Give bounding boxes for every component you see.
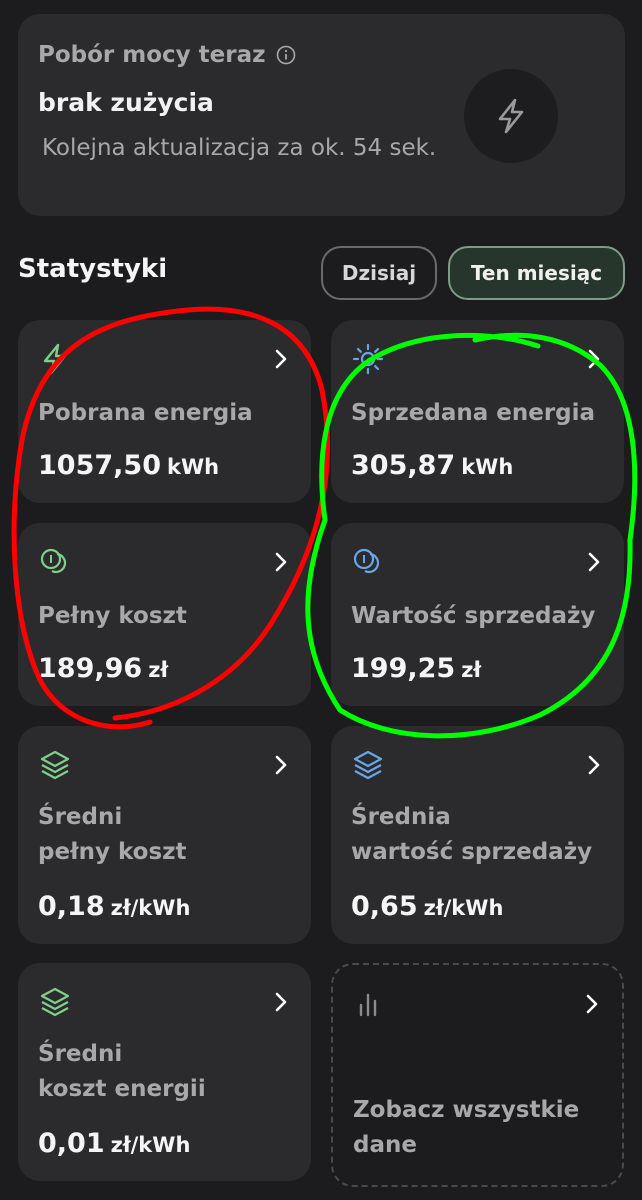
bolt-icon <box>43 343 67 375</box>
card-value: 189,96 zł <box>38 653 168 684</box>
filter-today-button[interactable]: Dzisiaj <box>321 246 437 300</box>
layers-icon <box>40 987 70 1017</box>
card-label: Średni pełny koszt <box>38 800 303 870</box>
value-number: 0,18 <box>38 891 105 922</box>
label-line-1: Średni <box>38 1041 123 1067</box>
card-label: Średni koszt energii <box>38 1037 303 1107</box>
value-unit: kWh <box>166 455 220 479</box>
card-value: 0,18 zł/kWh <box>38 891 190 922</box>
sun-icon <box>352 343 384 375</box>
chevron-right-icon <box>588 755 600 775</box>
value-number: 305,87 <box>351 450 456 481</box>
card-avg-full-cost[interactable]: Średni pełny koszt 0,18 zł/kWh <box>18 726 311 944</box>
card-sales-value[interactable]: Wartość sprzedaży 199,25 zł <box>331 523 624 706</box>
value-unit: zł/kWh <box>110 1133 191 1157</box>
power-status: brak zużycia <box>38 88 214 117</box>
chevron-right-icon <box>275 349 287 369</box>
value-unit: zł <box>148 658 169 682</box>
value-number: 0,01 <box>38 1128 105 1159</box>
power-now-title-row: Pobór mocy teraz <box>38 42 296 68</box>
stats-title: Statystyki <box>18 254 168 284</box>
power-now-title: Pobór mocy teraz <box>38 42 266 68</box>
bar-chart-icon <box>359 993 377 1017</box>
coins-icon <box>40 548 67 574</box>
label-line-2: pełny koszt <box>38 839 187 865</box>
value-unit: zł/kWh <box>423 896 504 920</box>
value-number: 0,65 <box>351 891 418 922</box>
chevron-right-icon <box>275 755 287 775</box>
card-sold-energy[interactable]: Sprzedana energia 305,87 kWh <box>331 320 624 503</box>
power-bolt-badge <box>464 69 558 163</box>
filter-month-button[interactable]: Ten miesiąc <box>448 246 625 300</box>
chevron-right-icon <box>275 992 287 1012</box>
card-label: Sprzedana energia <box>351 400 596 426</box>
card-label: Pełny koszt <box>38 603 187 629</box>
layers-icon <box>353 750 383 780</box>
chevron-right-icon <box>275 552 287 572</box>
see-all-data-card[interactable]: Zobacz wszystkie dane <box>331 963 624 1187</box>
chevron-right-icon <box>586 994 598 1014</box>
card-consumed-energy[interactable]: Pobrana energia 1057,50 kWh <box>18 320 311 503</box>
label-line-2: dane <box>353 1132 417 1158</box>
label-line-1: Zobacz wszystkie <box>353 1097 580 1123</box>
card-value: 1057,50 kWh <box>38 450 219 481</box>
bolt-icon <box>498 98 524 134</box>
update-countdown: Kolejna aktualizacja za ok. 54 sek. <box>42 135 437 161</box>
value-number: 189,96 <box>38 653 143 684</box>
card-avg-sales-value[interactable]: Średnia wartość sprzedaży 0,65 zł/kWh <box>331 726 624 944</box>
card-label: Średnia wartość sprzedaży <box>351 800 616 870</box>
card-value: 305,87 kWh <box>351 450 513 481</box>
card-value: 0,65 zł/kWh <box>351 891 503 922</box>
chevron-right-icon <box>588 349 600 369</box>
value-number: 199,25 <box>351 653 456 684</box>
chevron-right-icon <box>588 552 600 572</box>
card-value: 0,01 zł/kWh <box>38 1128 190 1159</box>
label-line-1: Średni <box>38 804 123 830</box>
info-icon[interactable] <box>276 45 296 65</box>
value-unit: kWh <box>461 455 514 479</box>
card-label: Wartość sprzedaży <box>351 603 596 629</box>
value-unit: zł/kWh <box>110 896 191 920</box>
card-label: Pobrana energia <box>38 400 253 426</box>
card-full-cost[interactable]: Pełny koszt 189,96 zł <box>18 523 311 706</box>
layers-icon <box>40 750 70 780</box>
value-unit: zł <box>461 658 482 682</box>
card-avg-energy-cost[interactable]: Średni koszt energii 0,01 zł/kWh <box>18 963 311 1181</box>
power-now-card: Pobór mocy teraz brak zużycia Kolejna ak… <box>18 14 625 216</box>
label-line-2: wartość sprzedaży <box>351 839 593 865</box>
label-line-1: Średnia <box>351 804 451 830</box>
see-all-label: Zobacz wszystkie dane <box>353 1093 618 1163</box>
value-number: 1057,50 <box>38 450 161 481</box>
coins-icon <box>353 548 380 574</box>
card-value: 199,25 zł <box>351 653 481 684</box>
label-line-2: koszt energii <box>38 1076 206 1102</box>
